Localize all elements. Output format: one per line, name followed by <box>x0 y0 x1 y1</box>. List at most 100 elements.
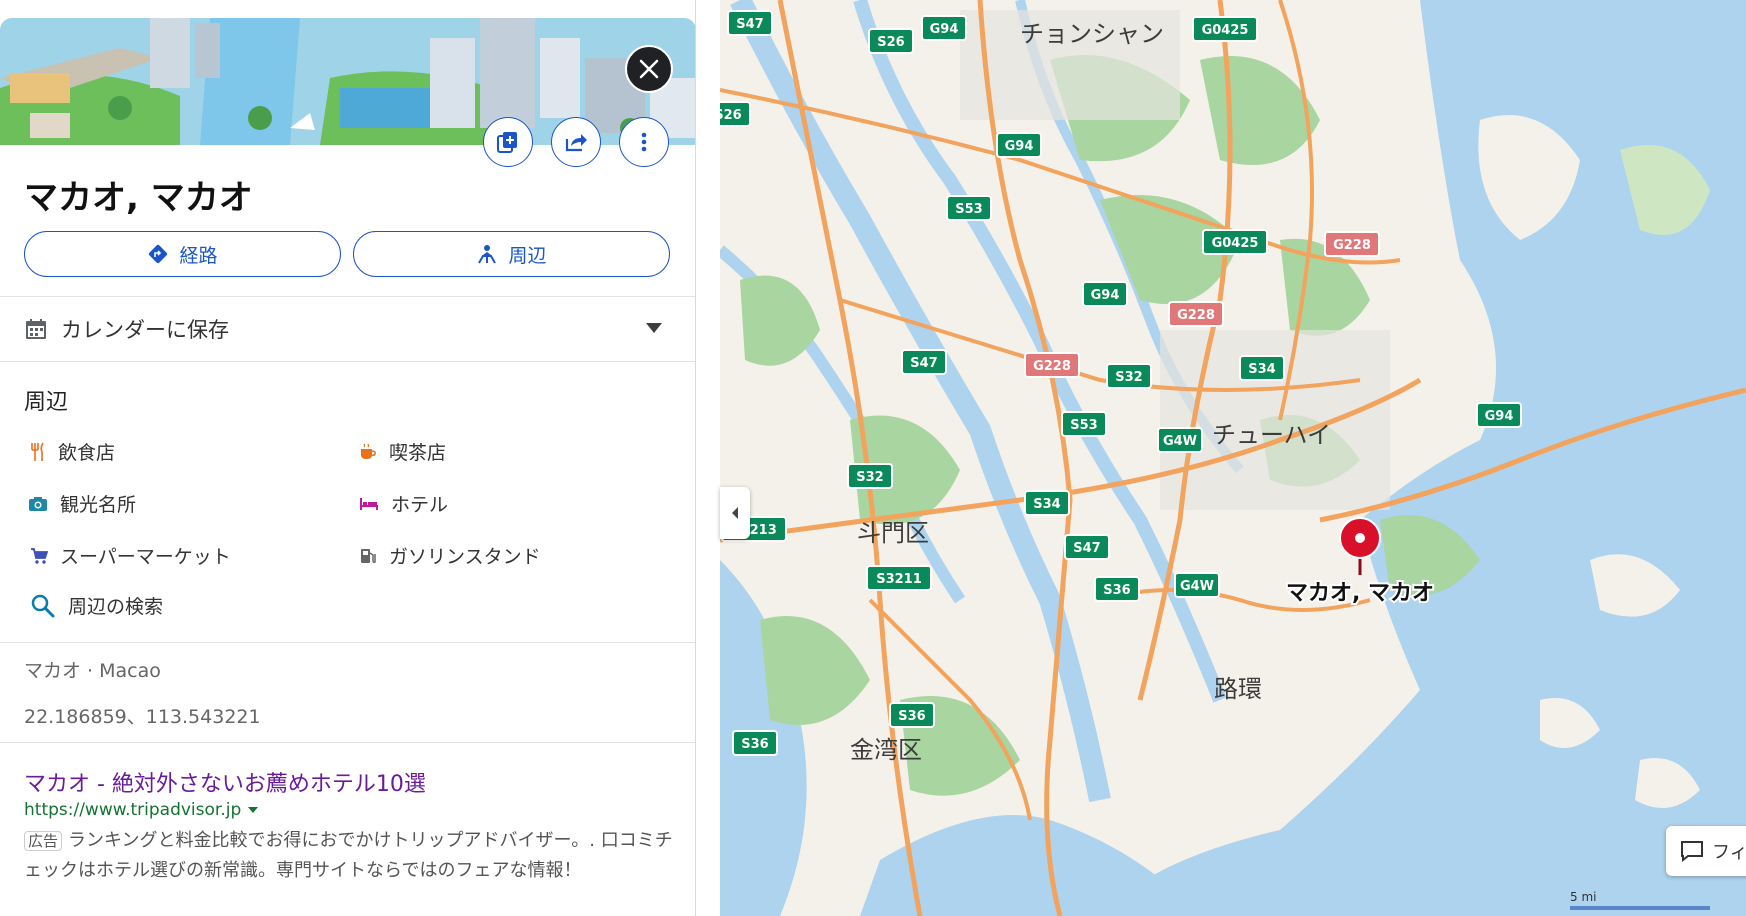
nearby-search-label: 周辺の検索 <box>68 596 164 618</box>
highway-shield: S3211 <box>866 565 932 591</box>
share-button[interactable] <box>551 117 601 167</box>
share-icon <box>565 134 587 152</box>
highway-shield-label: S26 <box>720 108 742 123</box>
map-scale-bar <box>1570 906 1710 910</box>
highway-shield-label: G228 <box>1177 308 1215 323</box>
bed-icon <box>360 497 378 510</box>
feedback-button[interactable]: フィ <box>1666 826 1746 876</box>
ad-url-link[interactable]: https://www.tripadvisor.jp <box>24 800 259 820</box>
divider <box>0 361 695 362</box>
feedback-label: フィ <box>1712 842 1746 863</box>
highway-shield-label: G0425 <box>1212 236 1259 251</box>
highway-shield: S47 <box>901 349 947 375</box>
nearby-attractions[interactable]: 観光名所 <box>28 490 136 517</box>
highway-shield-label: G94 <box>930 22 959 37</box>
nearby-button[interactable]: 周辺 <box>353 231 670 277</box>
highway-shield: G94 <box>921 15 967 41</box>
gas-pump-icon <box>361 548 376 563</box>
highway-shield-label: S36 <box>741 737 768 752</box>
highway-shield: S47 <box>727 10 773 36</box>
shopping-cart-icon <box>31 547 48 564</box>
nearby-search-link[interactable]: 周辺の検索 <box>30 592 163 619</box>
highway-shield: S36 <box>889 702 935 728</box>
nearby-item-label: 喫茶店 <box>389 442 447 464</box>
highway-shield: G94 <box>996 132 1042 158</box>
nearby-gas-stations[interactable]: ガソリンスタンド <box>359 542 541 569</box>
feedback-icon <box>1681 841 1703 862</box>
highway-shield: S26 <box>720 101 751 127</box>
highway-shield-label: G94 <box>1485 409 1514 424</box>
highway-shield: S53 <box>1061 411 1107 437</box>
pin-label: マカオ, マカオ <box>1286 581 1434 606</box>
highway-shield: G228 <box>1324 231 1380 257</box>
highway-shield-label: S32 <box>856 470 883 485</box>
highway-shield-label: S32 <box>1115 370 1142 385</box>
search-icon <box>31 594 55 617</box>
ad-title-link[interactable]: マカオ - 絶対外さないお薦めホテル10選 <box>24 766 426 798</box>
highway-shield: G4W <box>1157 427 1203 453</box>
place-label: 金湾区 <box>850 736 922 764</box>
nearby-restaurants[interactable]: 飲食店 <box>30 438 115 465</box>
highway-shield: S26 <box>868 28 914 54</box>
more-options-button[interactable] <box>619 117 669 167</box>
highway-shield-label: G94 <box>1091 288 1120 303</box>
nearby-person-icon <box>478 245 497 264</box>
place-address: マカオ · Macao <box>24 660 161 682</box>
directions-icon <box>149 244 168 264</box>
nearby-item-label: 観光名所 <box>60 494 137 516</box>
highway-shield-label: S53 <box>1070 418 1097 433</box>
highway-shield-label: S34 <box>1033 497 1060 512</box>
map-canvas[interactable]: S47 G94 S26 G0425 S26 G94 S53 G0425 G228 G94 G228 S… <box>720 0 1746 916</box>
highway-shield: G0425 <box>1202 229 1268 255</box>
map-scale-label: 5 mi <box>1570 890 1597 904</box>
highway-shield-label: S47 <box>736 17 763 32</box>
nearby-item-label: ガソリンスタンド <box>389 546 541 568</box>
highway-shield: S53 <box>946 195 992 221</box>
more-vert-icon <box>641 132 647 152</box>
close-button[interactable] <box>625 45 673 93</box>
nearby-item-label: ホテル <box>391 494 449 516</box>
nearby-item-label: スーパーマーケット <box>60 546 231 568</box>
highway-shield: G228 <box>1168 301 1224 327</box>
calendar-icon <box>26 319 46 339</box>
highway-shield-label: G4W <box>1180 579 1214 594</box>
highway-shield: G4W <box>1174 572 1220 598</box>
highway-shield-label: S53 <box>955 202 982 217</box>
directions-label: 経路 <box>179 244 218 267</box>
directions-button[interactable]: 経路 <box>24 231 341 277</box>
highway-shield: S47 <box>1064 534 1110 560</box>
highway-shield-label: S26 <box>877 35 904 50</box>
highway-shield: G94 <box>1082 281 1128 307</box>
highway-shield: S36 <box>1094 576 1140 602</box>
highway-shield: G228 <box>1024 352 1080 378</box>
collapse-panel-button[interactable] <box>720 487 750 539</box>
place-label: 斗門区 <box>857 519 929 547</box>
nearby-label: 周辺 <box>508 244 547 267</box>
ad-badge: 広告 <box>24 831 63 851</box>
highway-shield: S32 <box>1106 363 1152 389</box>
ad-url-text: https://www.tripadvisor.jp <box>24 800 242 820</box>
place-label: 路環 <box>1214 675 1262 703</box>
map-svg: S47 G94 S26 G0425 S26 G94 S53 G0425 G228 G94 G228 S… <box>720 0 1746 916</box>
dropdown-arrow-icon[interactable] <box>645 322 663 334</box>
fork-knife-icon <box>31 442 44 461</box>
nearby-hotels[interactable]: ホテル <box>359 490 448 517</box>
highway-shield-label: G0425 <box>1202 23 1249 38</box>
coffee-cup-icon <box>361 443 376 459</box>
nearby-cafes[interactable]: 喫茶店 <box>359 438 446 465</box>
highway-shield: S34 <box>1024 490 1070 516</box>
save-to-collection-button[interactable] <box>483 117 533 167</box>
close-icon <box>639 59 659 79</box>
highway-shield-label: S34 <box>1248 362 1275 377</box>
nearby-supermarkets[interactable]: スーパーマーケット <box>30 542 231 569</box>
ad-text: ランキングと料金比較でお得におでかけトリップアドバイザー。. 口コミチェックはホ… <box>24 830 673 881</box>
save-to-calendar-row[interactable]: カレンダーに保存 <box>0 297 695 361</box>
divider <box>0 642 695 643</box>
highway-shield-label: S47 <box>910 356 937 371</box>
highway-shield: S34 <box>1239 355 1285 381</box>
place-label: チューハイ <box>1212 421 1331 449</box>
calendar-label: カレンダーに保存 <box>61 318 229 342</box>
caret-down-icon <box>248 807 259 813</box>
highway-shield: S36 <box>732 730 778 756</box>
highway-shield-label: G228 <box>1033 359 1071 374</box>
